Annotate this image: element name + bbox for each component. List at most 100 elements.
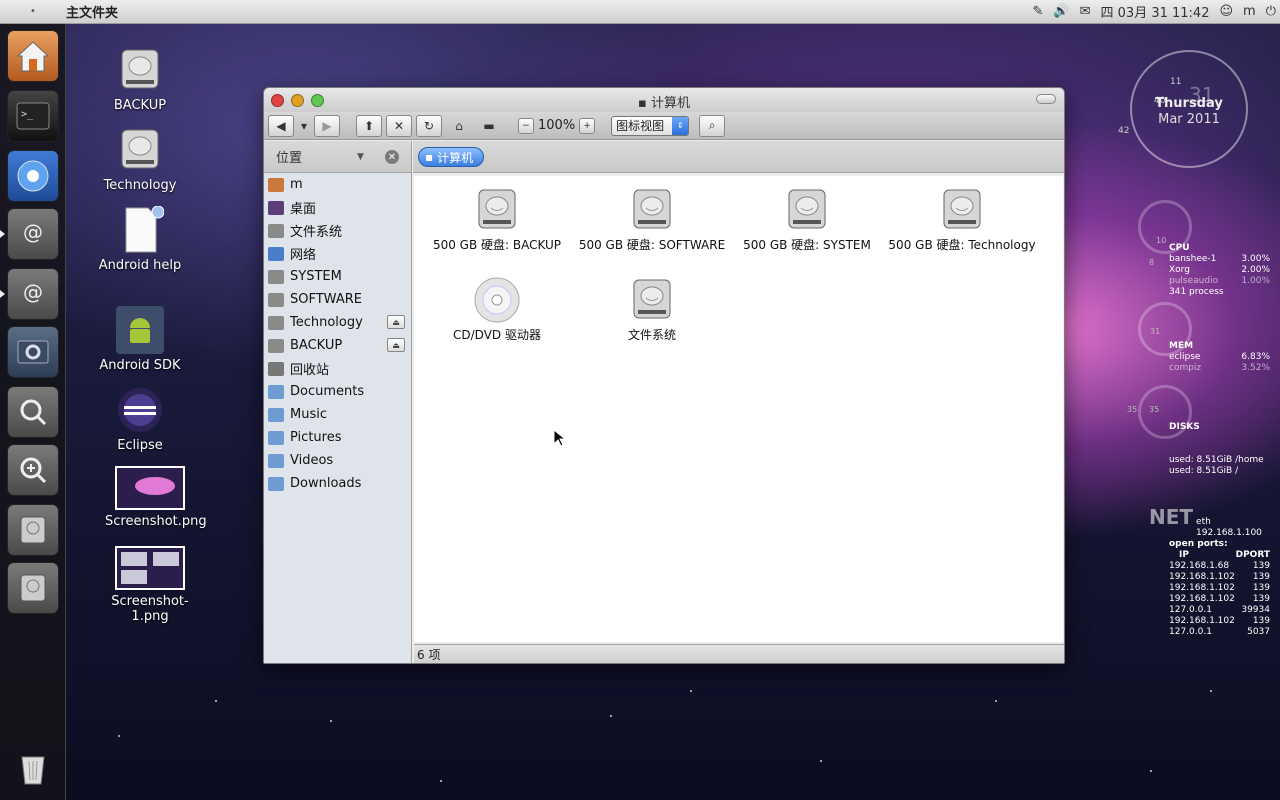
trash-launcher-icon[interactable] [7,742,59,794]
sidebar-item-backup[interactable]: BACKUP ⏏ [264,334,411,357]
desktop-icon-backup[interactable]: BACKUP [95,46,185,113]
up-button[interactable]: ⬆ [356,114,382,137]
forward-button[interactable]: ▶ [314,114,340,137]
window-titlebar[interactable]: ▪ 计算机 [264,88,1064,112]
settings-launcher-icon[interactable] [7,326,59,378]
desktop-icon-technology[interactable]: Technology [95,126,185,193]
drive-launcher-icon[interactable] [7,504,59,556]
terminal-launcher-icon[interactable]: >_ [7,90,59,142]
home-folder-launcher-icon[interactable] [7,30,59,82]
computer-button[interactable]: ▬ [476,115,502,137]
datetime[interactable]: 四 03月 31 11:42 [1101,2,1210,21]
clock-widget: 11 40 31 Thursday Mar 2011 [1130,50,1248,168]
sidebar-item-网络[interactable]: 网络 [264,242,411,265]
volume-icon[interactable]: 🔊 [1053,4,1069,19]
toolbar: ◀ ▾ ▶ ⬆ ✕ ↻ ⌂ ▬ − 100% + 图标视图 ⇕ ⌕ [264,112,1064,140]
sidebar: 位置 ▼ ✕ m 桌面 文件系统 网络 SYSTEM SOFTWARE Technology… [264,141,412,663]
file-icon [116,205,165,254]
mail-icon[interactable]: ✉ [1080,4,1091,19]
breadcrumb-computer[interactable]: ▪ 计算机 [418,147,485,167]
sidebar-item-software[interactable]: SOFTWARE [264,288,411,311]
zoom-level: 100% [538,118,576,133]
desktop-icon-label: Android SDK [99,358,181,373]
reload-button[interactable]: ↻ [416,114,442,137]
sidebar-header[interactable]: 位置 ▼ ✕ [264,141,411,173]
close-sidebar-icon[interactable]: ✕ [385,150,399,164]
mem-ring-label: 31 [1150,327,1161,336]
clock-minute: 42 [1118,126,1130,136]
back-history-dropdown-icon[interactable]: ▾ [298,115,310,137]
file-item-0[interactable]: 500 GB 硬盘: BACKUP [422,186,572,253]
menu-dot[interactable]: • [0,6,66,17]
svg-text:>_: >_ [21,109,34,120]
drive-icon [473,186,521,234]
sidebar-item-回收站[interactable]: 回收站 [264,357,411,380]
sidebar-item-label: m [290,177,303,192]
desktop-icon-android-help[interactable]: Android help [95,205,185,273]
sidebar-item-m[interactable]: m [264,173,411,196]
sidebar-item-technology[interactable]: Technology ⏏ [264,311,411,334]
port-row: 192.168.1.102 139 [1169,594,1270,604]
sidebar-item-documents[interactable]: Documents [264,380,411,403]
desktop-icon-screenshot[interactable]: Screenshot.png [105,466,207,529]
sidebar-item-downloads[interactable]: Downloads [264,472,411,495]
home-icon [268,177,284,192]
cpu-ring-label: 10 [1156,236,1167,245]
drive-icon [268,223,284,238]
sidebar-item-桌面[interactable]: 桌面 [264,196,411,219]
view-mode-select[interactable]: 图标视图 ⇕ [611,115,690,136]
file-item-5[interactable]: 文件系统 [577,276,727,343]
desktop-icon-label: Screenshot-1.png [111,594,189,624]
desktop-icon-eclipse[interactable]: Eclipse [95,386,185,453]
port-row: 192.168.1.102 139 [1169,583,1270,593]
file-item-2[interactable]: 500 GB 硬盘: SYSTEM [732,186,882,253]
sidebar-item-文件系统[interactable]: 文件系统 [264,219,411,242]
search-button[interactable]: ⌕ [699,114,726,137]
chromium-launcher-icon[interactable] [7,150,59,202]
chat-icon[interactable]: ☺ [1219,4,1233,19]
folder-icon [268,384,284,399]
zoom-in-button[interactable]: + [579,117,596,134]
eject-icon[interactable]: ⏏ [387,315,405,329]
file-item-3[interactable]: 500 GB 硬盘: Technology [887,186,1037,253]
eclipse-icon [116,386,164,434]
mail-client-2-launcher-icon[interactable]: @ [7,268,59,320]
computer-icon: ▪ [638,96,647,111]
collapse-button[interactable] [1036,94,1056,104]
sidebar-item-pictures[interactable]: Pictures [264,426,411,449]
port-row: 192.168.1.68 139 [1169,561,1270,571]
desktop-icon-android-sdk[interactable]: Android SDK [95,306,185,373]
home-button[interactable]: ⌂ [446,115,472,137]
sidebar-item-label: 回收站 [290,363,330,378]
sidebar-item-label: 文件系统 [290,225,343,240]
net-interface: eth 192.168.1.100 [1196,517,1262,538]
power-icon[interactable]: ⏻ [1266,4,1276,19]
sidebar-item-videos[interactable]: Videos [264,449,411,472]
file-item-label: 500 GB 硬盘: SOFTWARE [578,238,726,252]
file-item-1[interactable]: 500 GB 硬盘: SOFTWARE [577,186,727,253]
desktop-icon-screenshot-1[interactable]: Screenshot-1.png [105,546,195,624]
eject-icon[interactable]: ⏏ [387,338,405,352]
clock-hour: 11 [1170,77,1182,87]
disk-used-home: used: 8.51GiB /home [1169,455,1264,465]
back-button[interactable]: ◀ [268,114,294,137]
chevron-down-icon[interactable]: ▼ [357,152,364,162]
zoom-out-button[interactable]: − [518,117,534,134]
window-title: ▪ 计算机 [638,96,690,111]
pen-icon[interactable]: ✎ [1033,4,1044,19]
drive-2-launcher-icon[interactable] [7,562,59,614]
sidebar-item-label: Technology [290,315,363,330]
sidebar-item-music[interactable]: Music [264,403,411,426]
mail-client-launcher-icon[interactable]: @ [7,208,59,260]
drive-icon [628,276,676,324]
svg-text:@: @ [23,280,43,304]
cd-icon [473,276,521,324]
app-title[interactable]: 主文件夹 [66,2,118,21]
zoom-launcher-icon[interactable] [7,444,59,496]
file-item-4[interactable]: CD/DVD 驱动器 [422,276,572,343]
path-bar: ▪ 计算机 [413,141,1064,173]
search-launcher-icon[interactable] [7,386,59,438]
user-name[interactable]: m [1243,4,1256,19]
stop-button[interactable]: ✕ [386,114,412,137]
sidebar-item-system[interactable]: SYSTEM [264,265,411,288]
